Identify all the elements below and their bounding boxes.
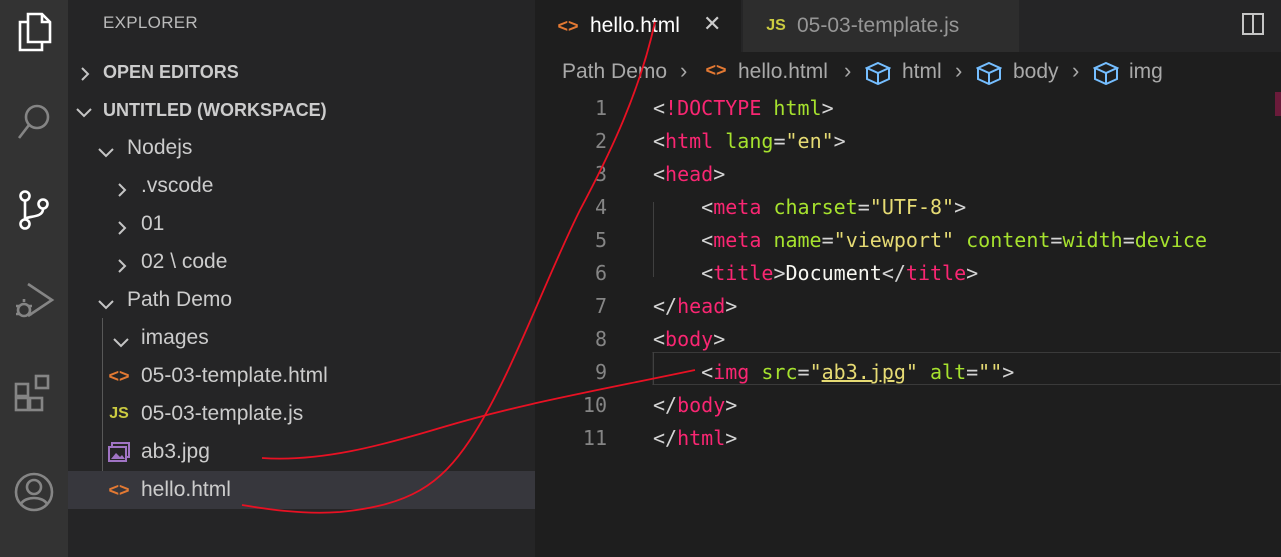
tab-label: 05-03-template.js bbox=[797, 14, 960, 37]
workspace-section[interactable]: UNTITLED (WORKSPACE) bbox=[68, 91, 535, 129]
code-line: <html lang="en"> bbox=[653, 129, 846, 153]
tree-file-hello-html[interactable]: <> hello.html bbox=[68, 471, 535, 509]
tree-folder-path-demo[interactable]: Path Demo bbox=[68, 281, 535, 319]
account-icon[interactable] bbox=[0, 462, 68, 522]
tab-template-js[interactable]: JS 05-03-template.js bbox=[743, 0, 1019, 52]
breadcrumb-item[interactable]: html bbox=[902, 60, 942, 84]
tree-item-label: 02 \ code bbox=[141, 250, 228, 273]
tree-item-label: 01 bbox=[141, 212, 165, 235]
chevron-down-icon bbox=[113, 331, 129, 348]
tree-file-ab3-jpg[interactable]: ab3.jpg bbox=[68, 433, 535, 471]
tree-item-label: images bbox=[141, 326, 209, 349]
line-number: 1 bbox=[594, 96, 607, 120]
activity-bar bbox=[0, 0, 68, 557]
tree-folder-vscode[interactable]: .vscode bbox=[68, 167, 535, 205]
line-number: 11 bbox=[582, 426, 607, 450]
tree-folder-02-code[interactable]: 02 \ code bbox=[68, 243, 535, 281]
explorer-icon[interactable] bbox=[0, 2, 68, 62]
tree-folder-images[interactable]: images bbox=[68, 319, 535, 357]
breadcrumb-item[interactable]: Path Demo bbox=[562, 60, 667, 84]
chevron-right-icon: › bbox=[955, 58, 963, 83]
chevron-right-icon: › bbox=[680, 58, 688, 83]
chevron-right-icon bbox=[115, 217, 129, 235]
line-number: 4 bbox=[594, 195, 607, 219]
editor-tabs: <> hello.html ✕ JS 05-03-template.js bbox=[535, 0, 1281, 52]
html-file-icon: <> bbox=[108, 479, 130, 500]
tree-item-label: Nodejs bbox=[127, 136, 193, 159]
element-cube-icon bbox=[1092, 61, 1120, 91]
line-number: 2 bbox=[594, 129, 607, 153]
code-line: <title>Document</title> bbox=[701, 261, 979, 285]
code-line: <img src="ab3.jpg" alt=""> bbox=[701, 360, 1015, 384]
image-file-icon bbox=[106, 442, 132, 462]
element-cube-icon bbox=[975, 61, 1003, 91]
js-file-icon: JS bbox=[109, 405, 129, 422]
breadcrumb-item[interactable]: hello.html bbox=[738, 60, 828, 84]
html-file-icon: <> bbox=[705, 60, 727, 80]
chevron-right-icon bbox=[78, 65, 92, 81]
line-number: 5 bbox=[594, 228, 607, 252]
html-file-icon: <> bbox=[108, 365, 130, 386]
breadcrumb: Path Demo › <> hello.html › html › body … bbox=[535, 52, 1281, 92]
code-line: </html> bbox=[653, 426, 738, 450]
tree-item-label: hello.html bbox=[141, 478, 231, 501]
open-editors-section[interactable]: OPEN EDITORS bbox=[68, 53, 535, 91]
line-number: 3 bbox=[594, 162, 607, 186]
run-debug-icon[interactable] bbox=[0, 270, 68, 330]
breadcrumb-item[interactable]: img bbox=[1129, 60, 1163, 84]
line-number: 7 bbox=[594, 294, 607, 318]
explorer-sidebar: EXPLORER OPEN EDITORS UNTITLED (WORKSPAC… bbox=[68, 0, 535, 557]
chevron-down-icon bbox=[76, 103, 92, 118]
source-control-icon[interactable] bbox=[0, 180, 68, 240]
tree-folder-nodejs[interactable]: Nodejs bbox=[68, 129, 535, 167]
tree-item-label: 05-03-template.js bbox=[141, 402, 304, 425]
line-number: 9 bbox=[594, 360, 607, 384]
close-icon[interactable]: ✕ bbox=[703, 11, 721, 37]
tree-item-label: ab3.jpg bbox=[141, 440, 210, 463]
code-line: <meta name="viewport" content=width=devi… bbox=[701, 228, 1207, 252]
code-line: </body> bbox=[653, 393, 738, 417]
tree-folder-01[interactable]: 01 bbox=[68, 205, 535, 243]
tab-label: hello.html bbox=[590, 14, 680, 37]
chevron-right-icon bbox=[115, 179, 129, 197]
breadcrumb-item[interactable]: body bbox=[1013, 60, 1059, 84]
html-file-icon: <> bbox=[557, 15, 579, 36]
tree-item-label: .vscode bbox=[141, 174, 214, 197]
open-editors-label: OPEN EDITORS bbox=[103, 61, 239, 82]
code-line: <meta charset="UTF-8"> bbox=[701, 195, 967, 219]
workspace-label: UNTITLED (WORKSPACE) bbox=[103, 99, 327, 120]
extensions-icon[interactable] bbox=[0, 362, 68, 422]
chevron-right-icon: › bbox=[1072, 58, 1080, 83]
element-cube-icon bbox=[864, 61, 892, 91]
search-icon[interactable] bbox=[0, 92, 68, 152]
code-line: <body> bbox=[653, 327, 726, 351]
code-line: <head> bbox=[653, 162, 726, 186]
code-line: <!DOCTYPE html> bbox=[653, 96, 834, 120]
code-line: </head> bbox=[653, 294, 738, 318]
tab-hello-html[interactable]: <> hello.html ✕ bbox=[535, 0, 741, 52]
tree-file-template-js[interactable]: JS 05-03-template.js bbox=[68, 395, 535, 433]
tree-item-label: 05-03-template.html bbox=[141, 364, 328, 387]
line-number: 8 bbox=[594, 327, 607, 351]
chevron-right-icon bbox=[115, 255, 129, 273]
chevron-right-icon: › bbox=[844, 58, 852, 83]
tree-file-template-html[interactable]: <> 05-03-template.html bbox=[68, 357, 535, 395]
split-editor-icon[interactable] bbox=[1241, 12, 1265, 36]
scrollbar-marker bbox=[1275, 92, 1281, 116]
code-editor[interactable]: 1 2 3 4 5 6 7 8 9 10 11 <!DOCTYPE html> <html lang=… bbox=[535, 92, 1281, 557]
line-number: 6 bbox=[594, 261, 607, 285]
js-file-icon: JS bbox=[766, 17, 786, 34]
tree-item-label: Path Demo bbox=[127, 288, 233, 311]
line-number: 10 bbox=[582, 393, 607, 417]
chevron-down-icon bbox=[98, 293, 114, 310]
sidebar-title: EXPLORER bbox=[103, 13, 198, 32]
chevron-down-icon bbox=[98, 141, 114, 158]
